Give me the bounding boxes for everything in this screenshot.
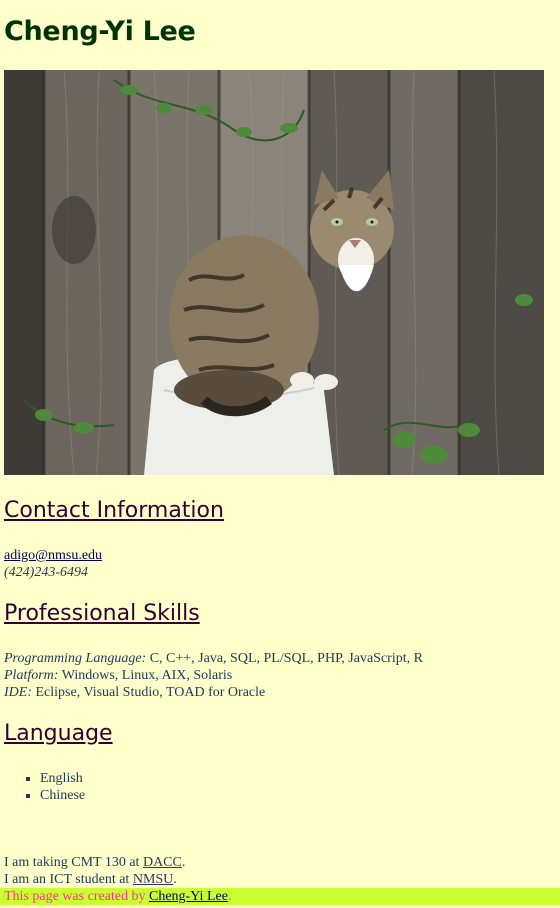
skill-programming-label: Programming Language:: [4, 651, 147, 666]
skill-platform-value: Windows, Linux, AIX, Solaris: [58, 668, 233, 683]
note-cmt-text: I am taking CMT 130 at: [4, 855, 143, 870]
footer-credit-text: This page was created by: [4, 889, 149, 904]
language-heading: Language: [4, 721, 113, 746]
email-link[interactable]: adigo@nmsu.edu: [4, 548, 102, 563]
contact-phone: (424)243-6494: [4, 565, 88, 580]
skill-platform-label: Platform:: [4, 668, 59, 683]
skill-ide: IDE: Eclipse, Visual Studio, TOAD for Or…: [4, 684, 265, 701]
skill-programming: Programming Language: C, C++, Java, SQL,…: [4, 650, 423, 667]
cat-photo: [4, 70, 544, 475]
language-list: English Chinese: [0, 770, 85, 804]
skill-programming-value: C, C++, Java, SQL, PL/SQL, PHP, JavaScri…: [146, 651, 423, 666]
footer-suffix: .: [227, 889, 232, 904]
note-cmt-suffix: .: [181, 855, 186, 870]
nmsu-link[interactable]: NMSU: [133, 872, 173, 887]
skill-platform: Platform: Windows, Linux, AIX, Solaris: [4, 667, 232, 684]
note-ict-text: I am an ICT student at: [4, 872, 133, 887]
footer-bar: This page was created by Cheng-Yi Lee.: [0, 888, 560, 905]
skills-heading: Professional Skills: [4, 601, 200, 626]
page-title: Cheng-Yi Lee: [4, 16, 196, 47]
note-ict: I am an ICT student at NMSU.: [4, 871, 177, 888]
note-cmt: I am taking CMT 130 at DACC.: [4, 854, 185, 871]
author-link[interactable]: Cheng-Yi Lee: [149, 889, 228, 904]
skill-ide-value: Eclipse, Visual Studio, TOAD for Oracle: [32, 685, 266, 700]
contact-email-line: adigo@nmsu.edu: [4, 547, 102, 564]
language-item-english: English: [40, 770, 85, 787]
dacc-link[interactable]: DACC: [143, 855, 182, 870]
note-ict-suffix: .: [173, 872, 177, 887]
skill-ide-label: IDE:: [4, 685, 32, 700]
footer-credit: This page was created by Cheng-Yi Lee.: [4, 888, 231, 905]
language-item-chinese: Chinese: [40, 787, 85, 804]
contact-heading: Contact Information: [4, 498, 224, 523]
